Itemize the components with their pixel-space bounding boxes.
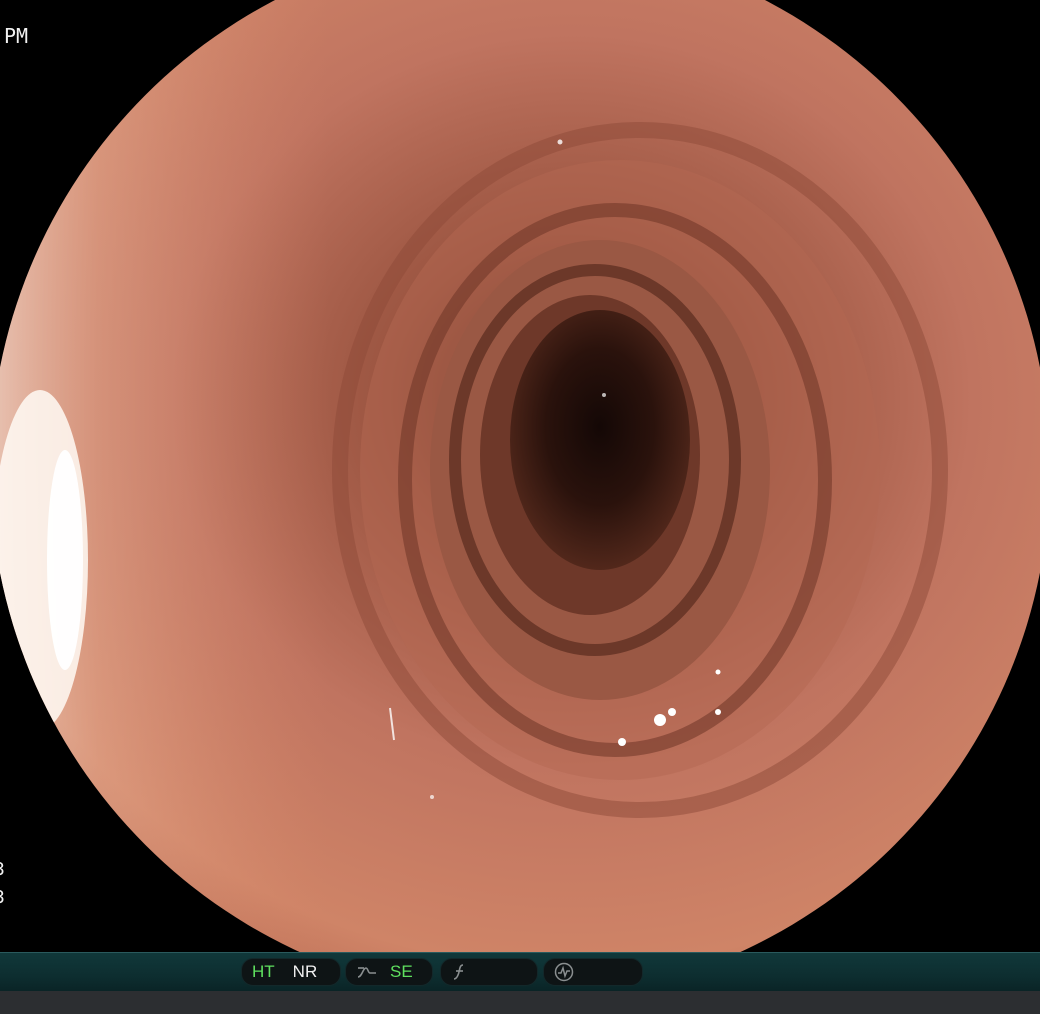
- nr-label: NR: [292, 962, 318, 981]
- endoscopic-view: [0, 0, 1040, 952]
- endoscope-image-viewport: PM 3 3: [0, 0, 1040, 952]
- freeze-function-icon: [451, 963, 469, 981]
- freeze-indicator[interactable]: [440, 958, 538, 986]
- left-edge-digit: 3: [0, 888, 5, 908]
- enhancement-indicator[interactable]: SE: [345, 958, 433, 986]
- status-strip: HT NR SE: [0, 952, 1040, 991]
- processor-status-bar: HT NR SE: [0, 952, 1040, 1014]
- left-edge-digit: 3: [0, 860, 5, 880]
- enhancement-curve-icon: [356, 964, 378, 980]
- ht-label: HT: [252, 962, 275, 981]
- time-suffix-label: PM: [4, 24, 29, 48]
- image-mode-indicator[interactable]: HT NR: [241, 958, 341, 986]
- se-label: SE: [390, 962, 413, 981]
- waveform-circle-icon: [554, 962, 574, 982]
- waveform-indicator[interactable]: [543, 958, 643, 986]
